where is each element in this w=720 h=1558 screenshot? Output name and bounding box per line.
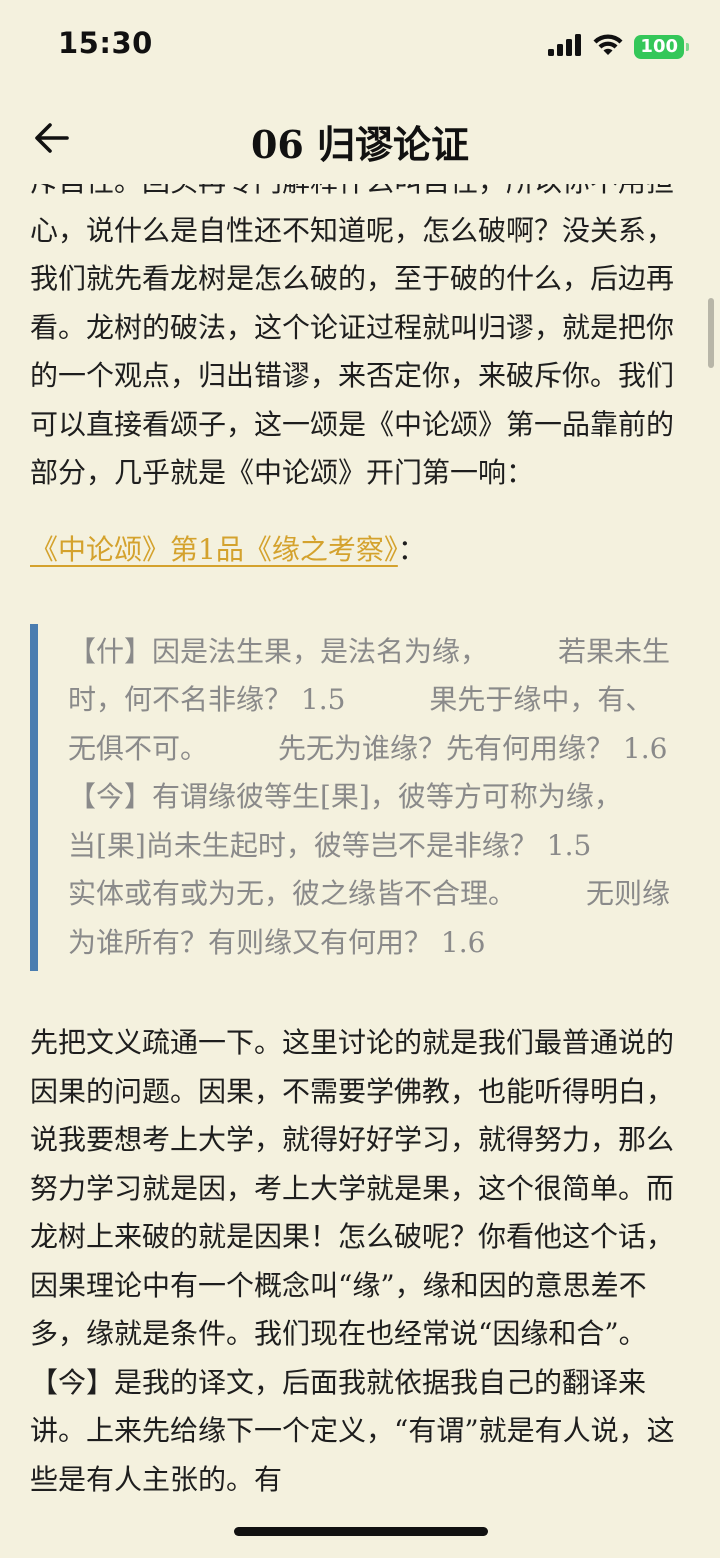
scrollbar[interactable]: [708, 298, 714, 368]
wifi-icon: [592, 33, 624, 61]
status-time: 15:30: [58, 26, 153, 60]
verse-quote-text: 【什】因是法生果，是法名为缘， 若果未生时，何不名非缘？ 1.5 果先于缘中，有…: [68, 634, 690, 959]
home-indicator[interactable]: [234, 1527, 488, 1536]
battery-icon: 100: [634, 35, 689, 59]
article-content[interactable]: 斥自性。回头再专门解释什么叫自性，所以你不用担心，说什么是自性还不知道呢，怎么破…: [30, 184, 690, 1558]
source-colon: ：: [397, 532, 426, 566]
status-icons: 100: [548, 33, 689, 61]
article-paragraph: 斥自性。回头再专门解释什么叫自性，所以你不用担心，说什么是自性还不知道呢，怎么破…: [30, 184, 675, 489]
cellular-signal-icon: [548, 34, 582, 60]
page-title: 06 归谬论证: [250, 122, 470, 167]
article-paragraph: 先把文义疏通一下。这里讨论的就是我们最普通说的因果的问题。因果，不需要学佛教，也…: [30, 1026, 675, 1496]
article-body: 斥自性。回头再专门解释什么叫自性，所以你不用担心，说什么是自性还不知道呢，怎么破…: [30, 184, 690, 1504]
verse-quote-block: 【什】因是法生果，是法名为缘， 若果未生时，何不名非缘？ 1.5 果先于缘中，有…: [30, 623, 690, 971]
source-link[interactable]: 《中论颂》第1品《缘之考察》: [30, 533, 398, 566]
source-line: 《中论颂》第1品《缘之考察》：: [30, 526, 690, 574]
status-bar: 15:30 100: [0, 0, 720, 92]
top-nav-bar: 06 归谬论证: [0, 92, 720, 184]
